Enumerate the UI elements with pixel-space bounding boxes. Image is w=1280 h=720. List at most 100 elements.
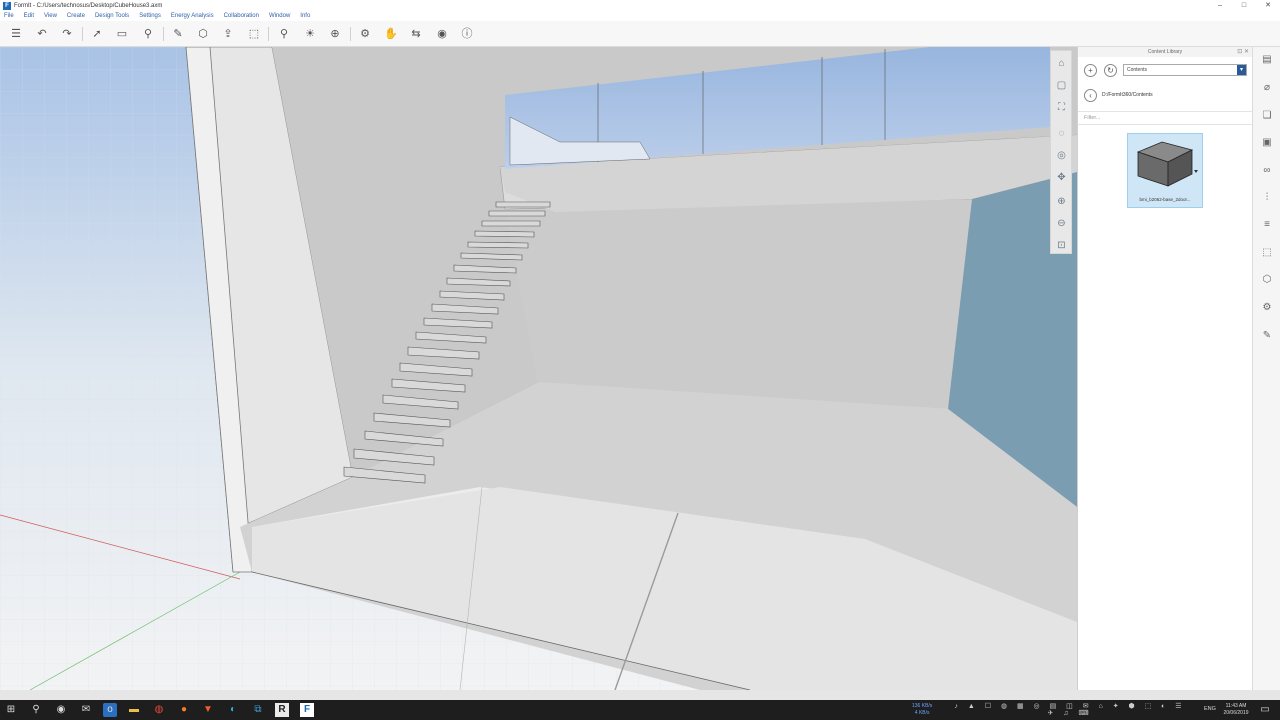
- chrome-icon[interactable]: ◉: [54, 703, 68, 717]
- content-item-label: bmi_b2062-base_2door...: [1139, 197, 1191, 202]
- notifications-icon[interactable]: ▭: [1258, 703, 1272, 717]
- paint-icon[interactable]: ⚲: [141, 27, 155, 41]
- title-bar: F FormIt - C:/Users/technosus/Desktop/Cu…: [0, 0, 1280, 11]
- clock[interactable]: 11:43 AM 20/06/2019: [1220, 703, 1252, 717]
- home-view-icon[interactable]: ⌂: [1055, 57, 1068, 70]
- search-icon[interactable]: ⚲: [29, 703, 43, 717]
- content-item-tile[interactable]: bmi_b2062-base_2door...: [1127, 133, 1203, 208]
- back-icon[interactable]: ‹: [1084, 89, 1097, 102]
- content-library-panel: Content Library ⊡ ✕ + ↻ Contents ▾ ‹ D:/…: [1077, 47, 1253, 690]
- push-pull-icon[interactable]: ⇪: [221, 27, 235, 41]
- window-controls: – □ ✕: [1208, 0, 1280, 11]
- levels-icon[interactable]: ⫶: [1260, 191, 1274, 205]
- pencil-icon[interactable]: ✎: [171, 27, 185, 41]
- location-icon[interactable]: ⚲: [277, 27, 291, 41]
- windows-icon[interactable]: ⊞: [4, 703, 18, 717]
- scenes-icon[interactable]: ∞: [1260, 164, 1274, 178]
- window-title: FormIt - C:/Users/technosus/Desktop/Cube…: [14, 2, 163, 9]
- hand-icon[interactable]: ✋: [384, 27, 398, 41]
- info-icon[interactable]: ⓘ: [460, 27, 474, 41]
- materials-icon[interactable]: ⌀: [1260, 81, 1274, 95]
- panel-header: Content Library ⊡ ✕: [1078, 47, 1252, 57]
- zoom-in-icon[interactable]: ⊕: [1055, 195, 1068, 208]
- add-content-button[interactable]: +: [1084, 64, 1097, 77]
- minimize-button[interactable]: –: [1208, 0, 1232, 11]
- select-icon[interactable]: ➚: [90, 27, 104, 41]
- sun-icon[interactable]: ☀: [303, 27, 317, 41]
- library-toolbar: + ↻ Contents ▾: [1078, 61, 1253, 79]
- formit-icon[interactable]: F: [300, 703, 314, 717]
- toolbar-separator: [350, 27, 351, 41]
- 3d-viewport[interactable]: [0, 47, 1077, 690]
- firefox-icon[interactable]: ●: [177, 703, 191, 717]
- view-navigation-strip: ⌂ ▢ ⛶ ◌ ◎ ✥ ⊕ ⊖ ⊡: [1050, 50, 1072, 254]
- main-toolbar: ☰ ↶ ↷ ➚ ▭ ⚲ ✎ ⬡ ⇪ ⬚ ⚲ ☀ ⊕ ⚙ ✋ ⇆ ◉ ⓘ: [0, 21, 1280, 47]
- outlook-icon[interactable]: o: [103, 703, 117, 717]
- edge-icon[interactable]: ◐: [226, 703, 240, 717]
- menu-collaboration[interactable]: Collaboration: [220, 13, 265, 19]
- clock-date: 20/06/2019: [1223, 710, 1249, 716]
- properties-icon[interactable]: ▤: [1260, 53, 1274, 67]
- menu-create[interactable]: Create: [63, 13, 91, 19]
- menu-info[interactable]: Info: [296, 13, 316, 19]
- brave-icon[interactable]: ▼: [201, 703, 215, 717]
- dynamo-icon[interactable]: ⚙: [1260, 301, 1274, 315]
- language-indicator[interactable]: ENG: [1204, 706, 1216, 713]
- menu-energy-analysis[interactable]: Energy Analysis: [167, 13, 220, 19]
- measure-icon[interactable]: ▭: [115, 27, 129, 41]
- undo-icon[interactable]: ↶: [35, 27, 49, 41]
- panel-header-buttons[interactable]: ⊡ ✕: [1237, 47, 1249, 57]
- filter-input[interactable]: Filter...: [1078, 111, 1253, 125]
- cube-view-icon[interactable]: ▢: [1055, 79, 1068, 92]
- close-button[interactable]: ✕: [1256, 0, 1280, 11]
- plugin-icon[interactable]: ✎: [1260, 329, 1274, 343]
- mail-icon[interactable]: ✉: [79, 703, 93, 717]
- share-icon[interactable]: ⇆: [409, 27, 423, 41]
- network-icon[interactable]: ⧉: [251, 703, 265, 717]
- revit-icon[interactable]: R: [275, 703, 289, 717]
- look-icon[interactable]: ◎: [1055, 149, 1068, 162]
- content-library-icon[interactable]: ⬚: [1260, 246, 1274, 260]
- orbit-icon[interactable]: ⊕: [328, 27, 342, 41]
- sketch-icon[interactable]: ≡: [1260, 218, 1274, 232]
- scene-render: [0, 47, 1077, 690]
- groups-icon[interactable]: ▣: [1260, 136, 1274, 150]
- account-icon[interactable]: ◉: [435, 27, 449, 41]
- network-speed: 136 KB/s 4 KB/s: [912, 703, 933, 716]
- zoom-fit-icon[interactable]: ⊡: [1055, 239, 1068, 252]
- maximize-button[interactable]: □: [1232, 0, 1256, 11]
- menu-design-tools[interactable]: Design Tools: [91, 13, 135, 19]
- clock-time: 11:43 AM: [1225, 703, 1247, 709]
- chrome2-icon[interactable]: ◍: [152, 703, 166, 717]
- cube-icon[interactable]: ⬡: [196, 27, 210, 41]
- toolbar-separator: [163, 27, 164, 41]
- system-tray-icons[interactable]: ♪ ▲ ☐ ◍ ▦ ◎ ▤ ◫ ✉ ⌂ ✦ ⬢ ⬚ ◐ ☰ ✈ ♫ ⌨: [950, 703, 1190, 717]
- gear-icon[interactable]: ⚙: [358, 27, 372, 41]
- toolbar-separator: [268, 27, 269, 41]
- menu-view[interactable]: View: [40, 13, 63, 19]
- walk-icon[interactable]: ✥: [1055, 171, 1068, 184]
- refresh-icon[interactable]: ↻: [1104, 64, 1117, 77]
- library-path: D:/FormIt360/Contents: [1102, 92, 1153, 98]
- content-source-select[interactable]: Contents ▾: [1123, 64, 1247, 76]
- cube-library-icon[interactable]: ⬡: [1260, 273, 1274, 287]
- menu-file[interactable]: File: [0, 13, 20, 19]
- layers-icon[interactable]: ☰: [9, 27, 23, 41]
- menu-window[interactable]: Window: [265, 13, 296, 19]
- frame-icon[interactable]: ⬚: [247, 27, 261, 41]
- menu-settings[interactable]: Settings: [135, 13, 167, 19]
- chevron-down-icon: ▾: [1237, 65, 1246, 75]
- redo-icon[interactable]: ↷: [60, 27, 74, 41]
- zoom-out-icon[interactable]: ⊖: [1055, 217, 1068, 230]
- cabinet-thumbnail-icon: [1136, 141, 1198, 187]
- status-strip: [0, 690, 1280, 700]
- right-panel-strip: ▤ ⌀ ❏ ▣ ∞ ⫶ ≡ ⬚ ⬡ ⚙ ✎: [1252, 47, 1280, 690]
- path-row: ‹ D:/FormIt360/Contents: [1078, 87, 1253, 103]
- content-source-value: Contents: [1127, 67, 1148, 73]
- layers-icon[interactable]: ❏: [1260, 109, 1274, 123]
- orbit-icon[interactable]: ◌: [1055, 127, 1068, 140]
- menu-edit[interactable]: Edit: [20, 13, 40, 19]
- formit-app-icon: F: [3, 1, 11, 10]
- folder-icon[interactable]: ▬: [127, 703, 141, 717]
- section-icon[interactable]: ⛶: [1055, 101, 1068, 114]
